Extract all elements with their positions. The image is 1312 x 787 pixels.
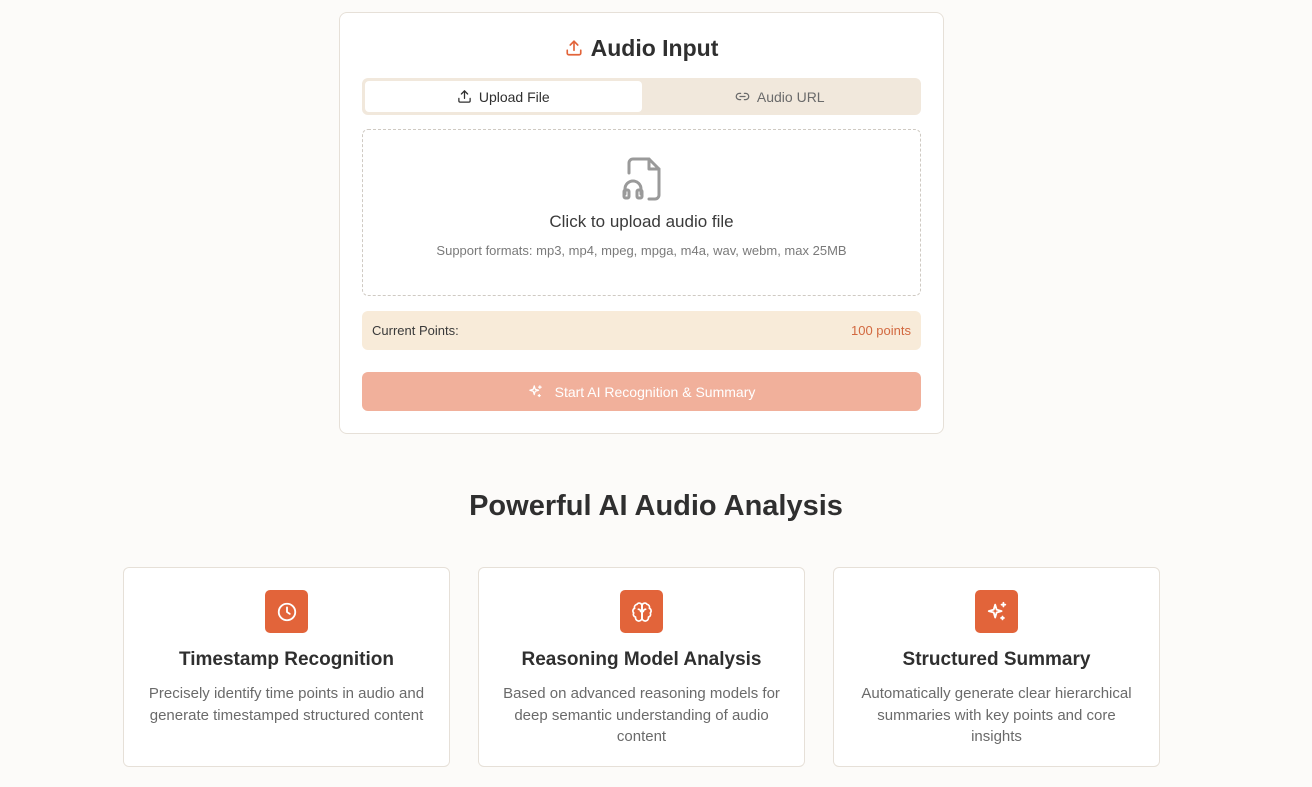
feature-card-summary: Structured Summary Automatically generat…	[833, 567, 1160, 767]
upload-icon	[565, 39, 583, 57]
points-bar: Current Points: 100 points	[362, 311, 921, 350]
audio-file-icon	[621, 156, 663, 202]
feature-title: Reasoning Model Analysis	[521, 649, 762, 670]
start-recognition-button[interactable]: Start AI Recognition & Summary	[362, 372, 921, 411]
audio-input-title: Audio Input	[590, 34, 719, 61]
dropzone-formats: Support formats: mp3, mp4, mpeg, mpga, m…	[436, 243, 847, 258]
start-button-label: Start AI Recognition & Summary	[554, 383, 756, 400]
points-value: 100 points	[851, 323, 911, 338]
input-mode-tabs: Upload File Audio URL	[362, 78, 921, 115]
points-label: Current Points:	[372, 323, 459, 338]
feature-description: Precisely identify time points in audio …	[148, 685, 425, 724]
dropzone-title: Click to upload audio file	[549, 212, 734, 231]
link-icon	[735, 89, 750, 104]
feature-card-timestamp: Timestamp Recognition Precisely identify…	[123, 567, 450, 767]
feature-description: Based on advanced reasoning models for d…	[503, 685, 780, 745]
sparkles-icon	[528, 384, 543, 399]
tab-label: Upload File	[478, 88, 550, 105]
clock-icon	[265, 590, 308, 633]
card-title: Audio Input	[340, 33, 943, 63]
feature-title: Structured Summary	[902, 649, 1091, 670]
feature-title: Timestamp Recognition	[178, 649, 394, 670]
tab-label: Audio URL	[756, 88, 825, 105]
upload-icon	[457, 89, 472, 104]
brain-icon	[620, 590, 663, 633]
audio-input-card: Audio Input Upload File Audio URL Click …	[339, 12, 944, 434]
sparkles-icon	[975, 590, 1018, 633]
feature-description: Automatically generate clear hierarchica…	[861, 685, 1132, 745]
feature-card-reasoning: Reasoning Model Analysis Based on advanc…	[478, 567, 805, 767]
upload-dropzone[interactable]: Click to upload audio file Support forma…	[362, 129, 921, 296]
features-section-title: Powerful AI Audio Analysis	[469, 490, 843, 522]
tab-upload-file[interactable]: Upload File	[365, 81, 642, 112]
tab-audio-url[interactable]: Audio URL	[642, 81, 919, 112]
